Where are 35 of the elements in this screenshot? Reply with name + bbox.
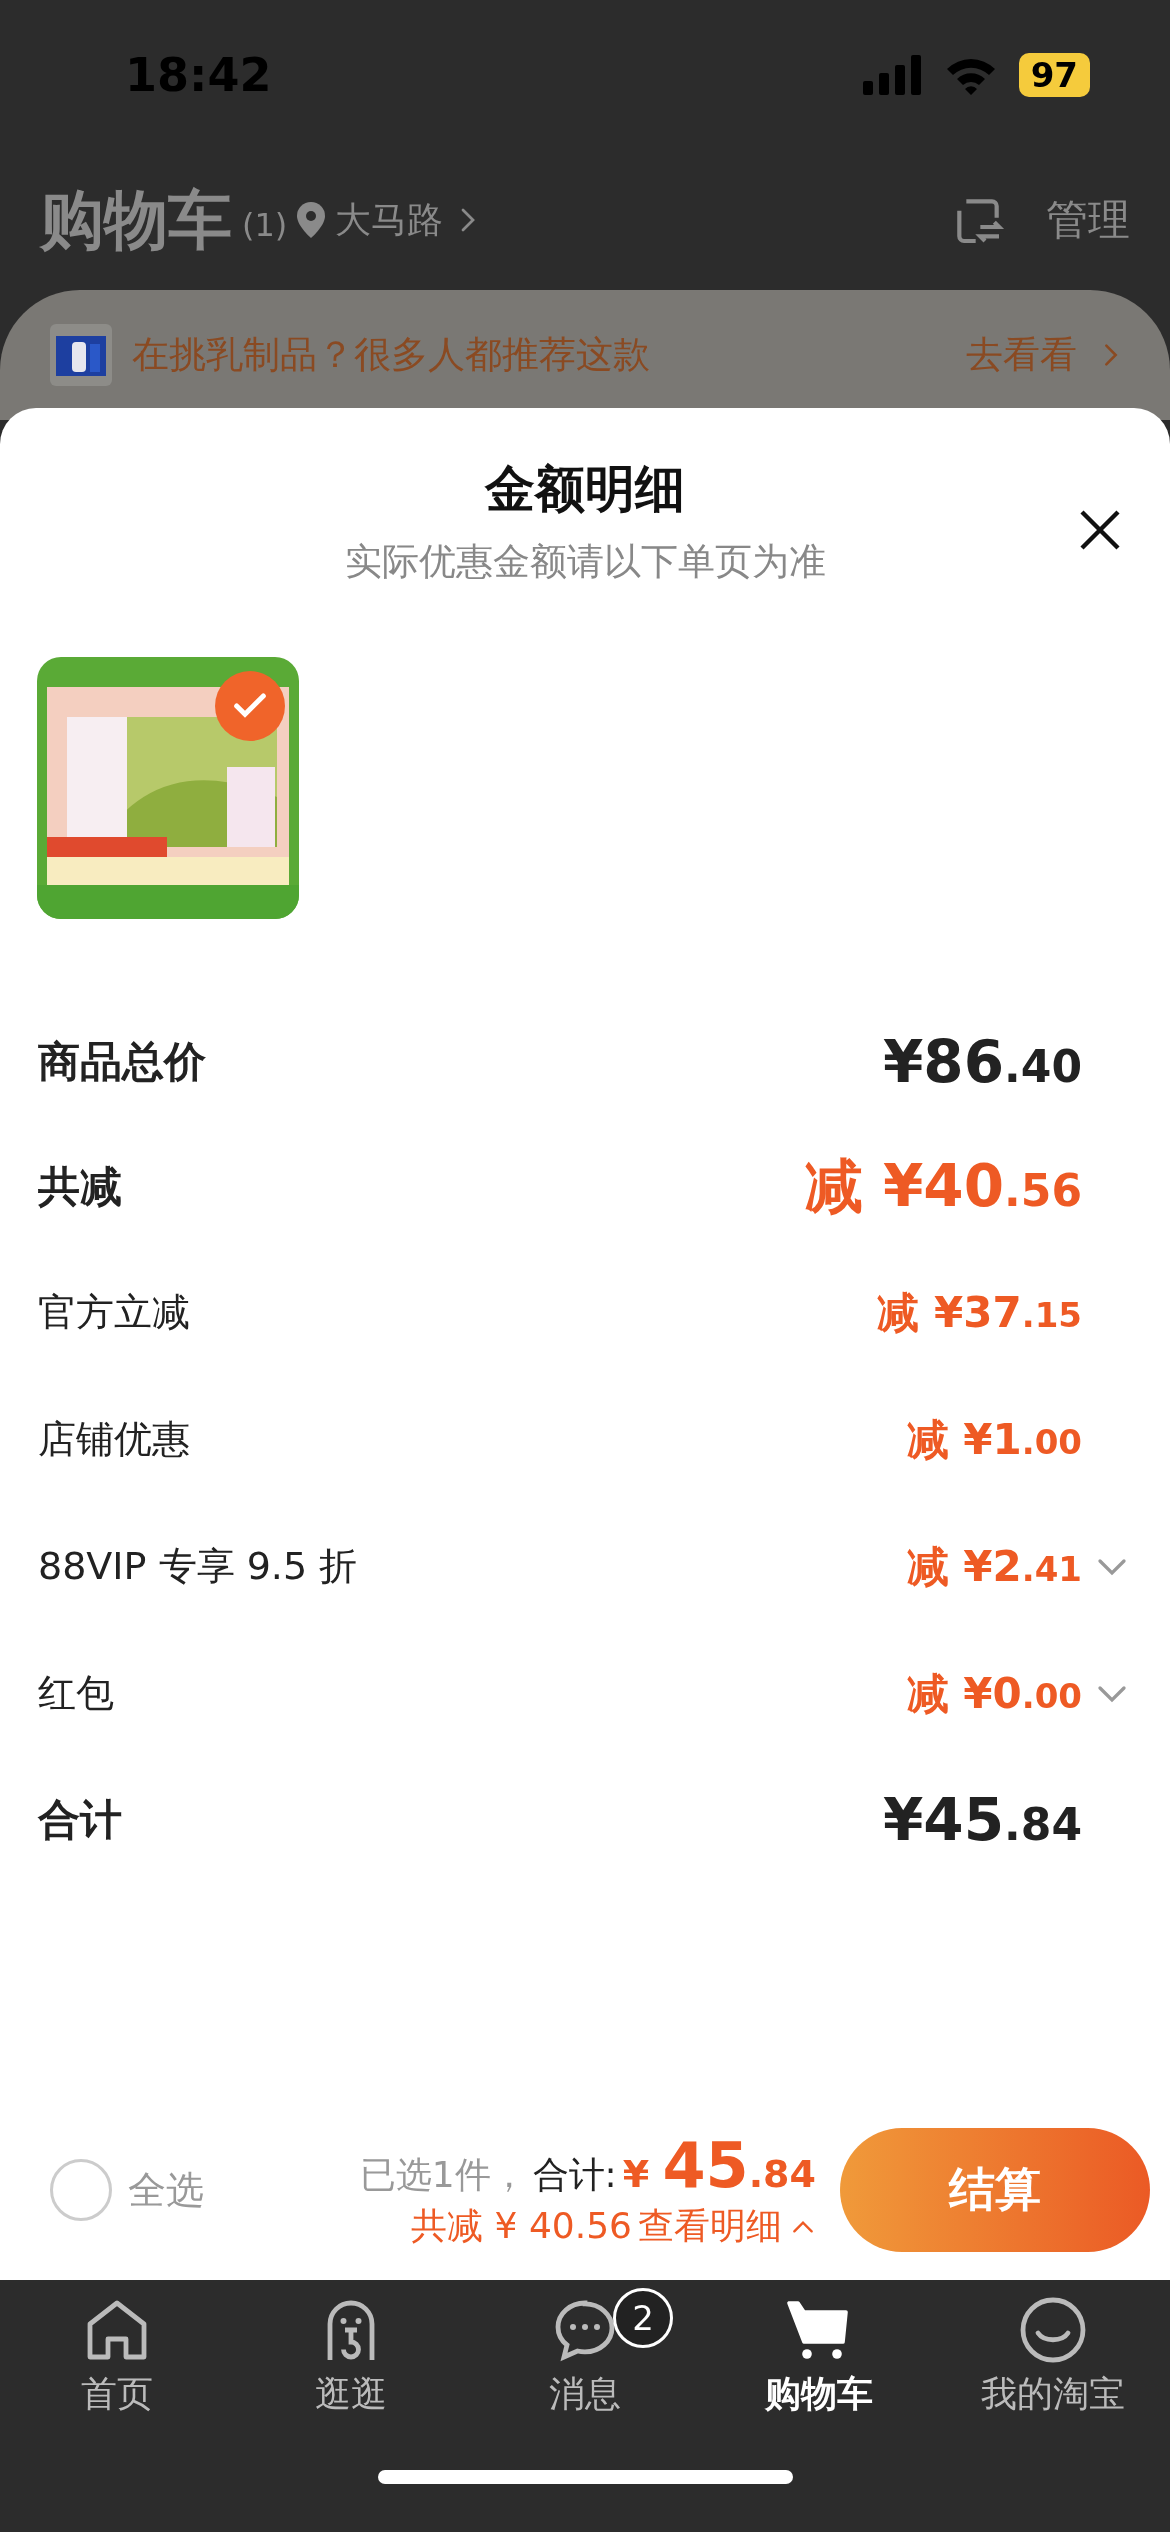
tab-item[interactable]: 逛逛 (234, 2284, 468, 2434)
amount-label: 商品总价 (38, 1035, 207, 1088)
sheet-subtitle: 实际优惠金额请以下单页为准 (344, 539, 826, 585)
amount-value: 减 ¥37.15 (877, 1286, 1082, 1339)
saved-amount: 共减 ¥ 40.56 (411, 2204, 632, 2248)
amount-label: 共减 (38, 1160, 123, 1213)
amount-value: 减 ¥0.00 (906, 1667, 1082, 1720)
amount-label: 店铺优惠 (38, 1416, 191, 1463)
amount-value: ¥86.40 (882, 1027, 1082, 1096)
page-title: 购物车 (40, 181, 232, 259)
location-pin-icon (297, 202, 326, 238)
unread-badge: 2 (613, 2288, 673, 2348)
tab-item[interactable]: 消息 2 (468, 2284, 702, 2434)
selected-count: 已选1件， (359, 2153, 527, 2197)
item-count: (1) (242, 206, 288, 244)
select-all-label: 全选 (128, 2166, 204, 2214)
location-link[interactable]: 大马路 (335, 195, 444, 245)
amount-value: 减 ¥40.56 (804, 1150, 1082, 1222)
amount-label: 合计 (38, 1793, 123, 1846)
tab-item[interactable]: 首页 (0, 2284, 234, 2434)
sheet-title: 金额明细 (485, 459, 685, 520)
tab-item[interactable]: 购物车 (702, 2284, 936, 2434)
battery-level: 97 (1018, 53, 1090, 97)
tab-item[interactable]: 我的淘宝 (936, 2284, 1170, 2434)
banner-text: 在挑乳制品？很多人都推荐这款 (132, 332, 651, 378)
amount-label: 红包 (38, 1670, 115, 1717)
signal-icon (862, 55, 923, 95)
total-amount: ¥ 45.84 (622, 2129, 816, 2202)
total-label: 合计: (532, 2153, 617, 2197)
amount-value: 减 ¥2.41 (906, 1540, 1082, 1593)
amount-label: 官方立减 (38, 1289, 191, 1336)
manage-button[interactable]: 管理 (1046, 192, 1130, 248)
amount-value: ¥45.84 (882, 1785, 1082, 1854)
amount-value: 减 ¥1.00 (906, 1413, 1082, 1466)
amount-label: 88VIP 专享 9.5 折 (38, 1543, 359, 1590)
